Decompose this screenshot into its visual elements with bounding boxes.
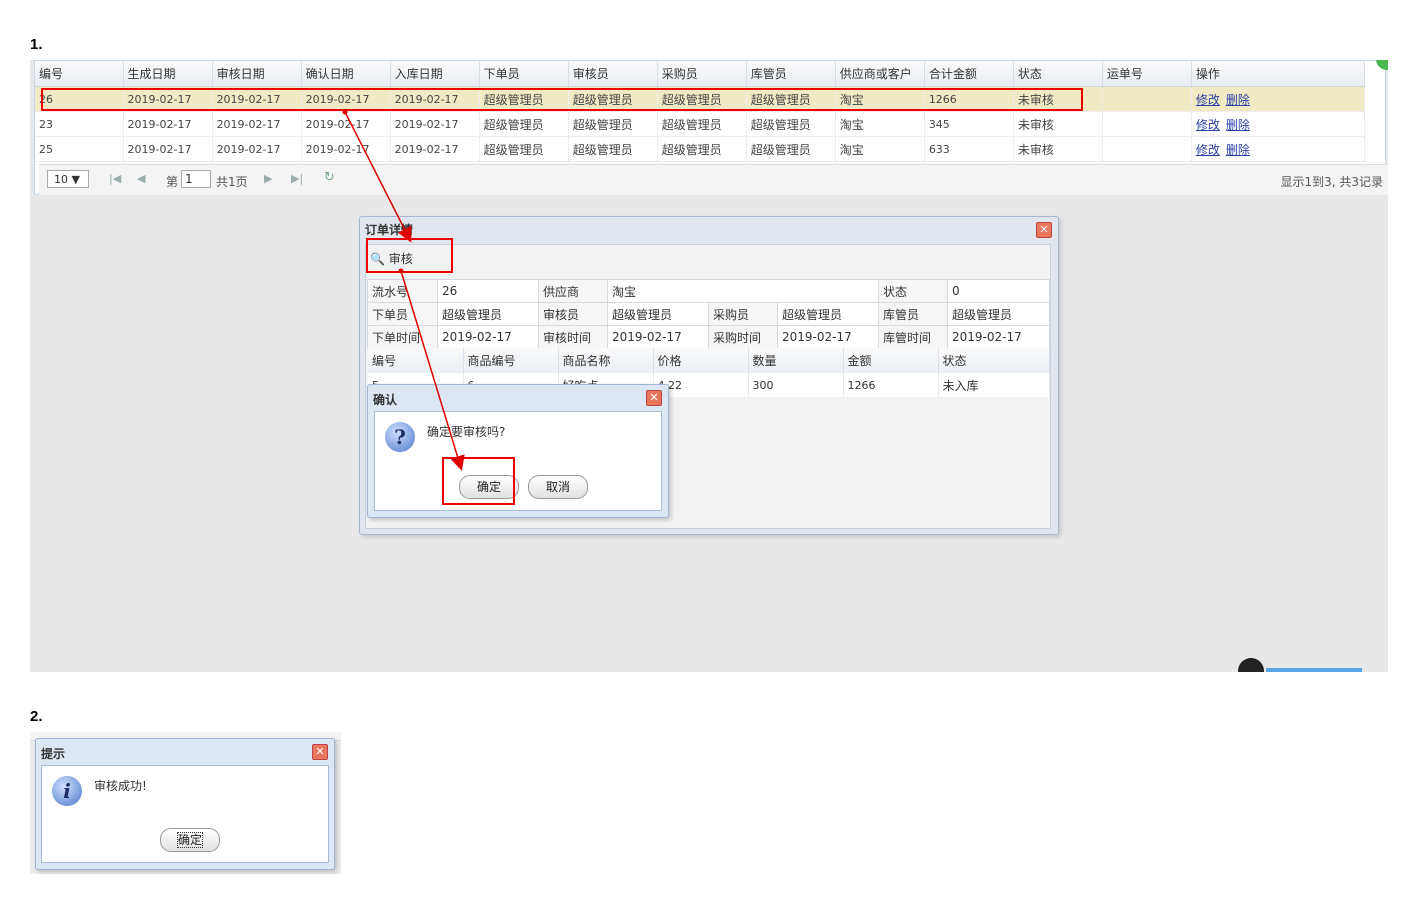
success-dialog: 提示 ✕ i 审核成功! 确定 [35,738,335,870]
screenshot-2: 提示 ✕ i 审核成功! 确定 [30,732,341,874]
arrow-start-dot [342,109,348,115]
flow-arrows [342,109,465,471]
step-1-label: 1. [30,36,43,53]
dialog-title: 提示 [41,747,66,761]
dialog-message: 审核成功! [94,779,147,793]
success-ok-button[interactable]: 确定 [160,828,220,852]
info-icon: i [52,776,82,806]
step-2-label: 2. [30,708,43,725]
screenshot-1: 编号 生成日期 审核日期 确认日期 入库日期 下单员 审核员 采购员 库管员 供… [30,60,1388,672]
arrow-start-dot [398,268,404,274]
ok-label: 确定 [176,832,204,848]
arrow-to-ok [400,270,465,471]
arrow-to-audit [344,111,412,243]
dialog-body: i 审核成功! 确定 [41,765,329,863]
close-icon[interactable]: ✕ [312,744,328,760]
